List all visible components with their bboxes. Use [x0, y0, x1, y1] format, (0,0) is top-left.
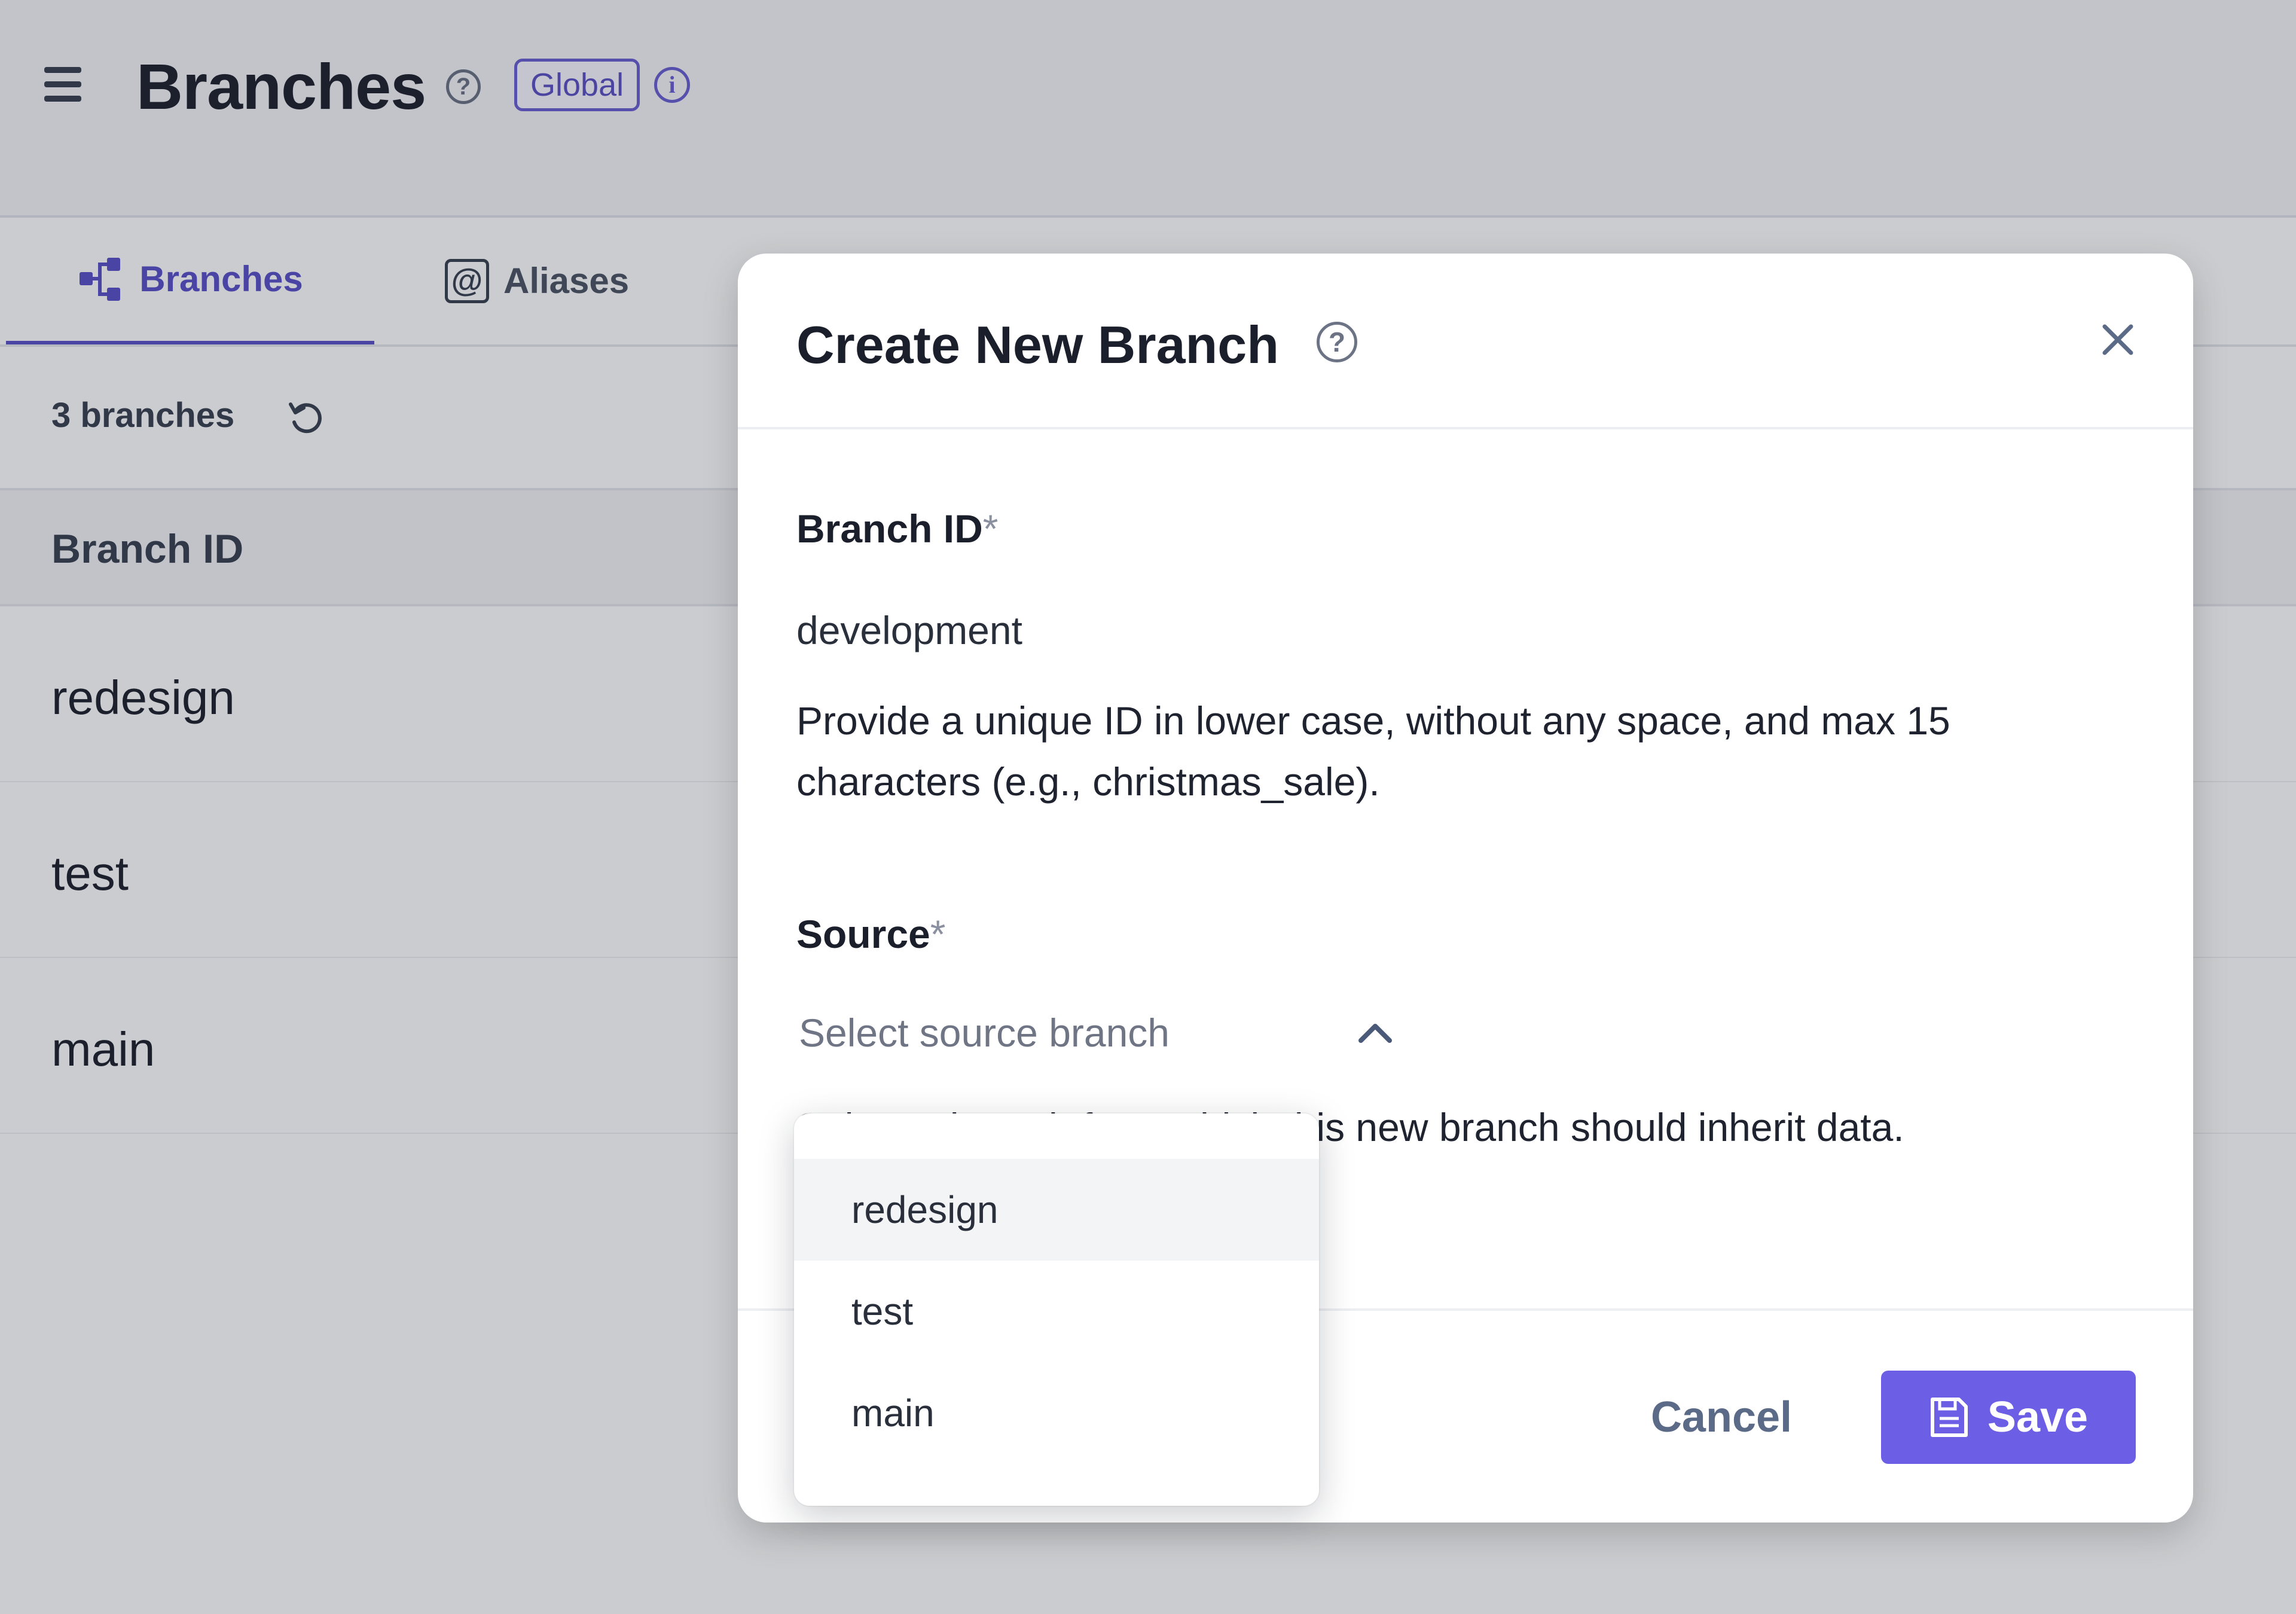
cancel-button[interactable]: Cancel: [1623, 1369, 1820, 1465]
required-mark: *: [982, 507, 999, 551]
source-branch-dropdown: redesign test main: [794, 1113, 1319, 1506]
required-mark: *: [930, 912, 946, 956]
branch-id-label: Branch ID*: [796, 505, 998, 553]
branch-id-helper-text: Provide a unique ID in lower case, witho…: [796, 698, 1950, 804]
close-icon[interactable]: [2094, 316, 2142, 364]
source-label: Source*: [796, 910, 945, 958]
branch-id-input[interactable]: [796, 600, 2112, 660]
dialog-header: Create New Branch ?: [738, 254, 2193, 429]
save-button[interactable]: Save: [1881, 1371, 2136, 1464]
dropdown-option-label: main: [851, 1392, 935, 1435]
source-label-text: Source: [796, 912, 930, 956]
save-button-label: Save: [1987, 1393, 2089, 1441]
source-branch-select[interactable]: Select source branch: [799, 1000, 1392, 1066]
dropdown-option[interactable]: redesign: [794, 1159, 1319, 1261]
help-icon[interactable]: ?: [1317, 322, 1357, 362]
save-icon: [1930, 1398, 1968, 1437]
chevron-up-icon[interactable]: [1351, 1013, 1399, 1052]
source-select-placeholder: Select source branch: [799, 1011, 1170, 1055]
dropdown-option[interactable]: test: [794, 1261, 1319, 1362]
dropdown-option[interactable]: main: [794, 1362, 1319, 1464]
dropdown-option-label: test: [851, 1290, 914, 1333]
dialog-title: Create New Branch: [796, 315, 1279, 374]
branch-id-label-text: Branch ID: [796, 507, 983, 551]
dropdown-option-label: redesign: [851, 1188, 999, 1231]
